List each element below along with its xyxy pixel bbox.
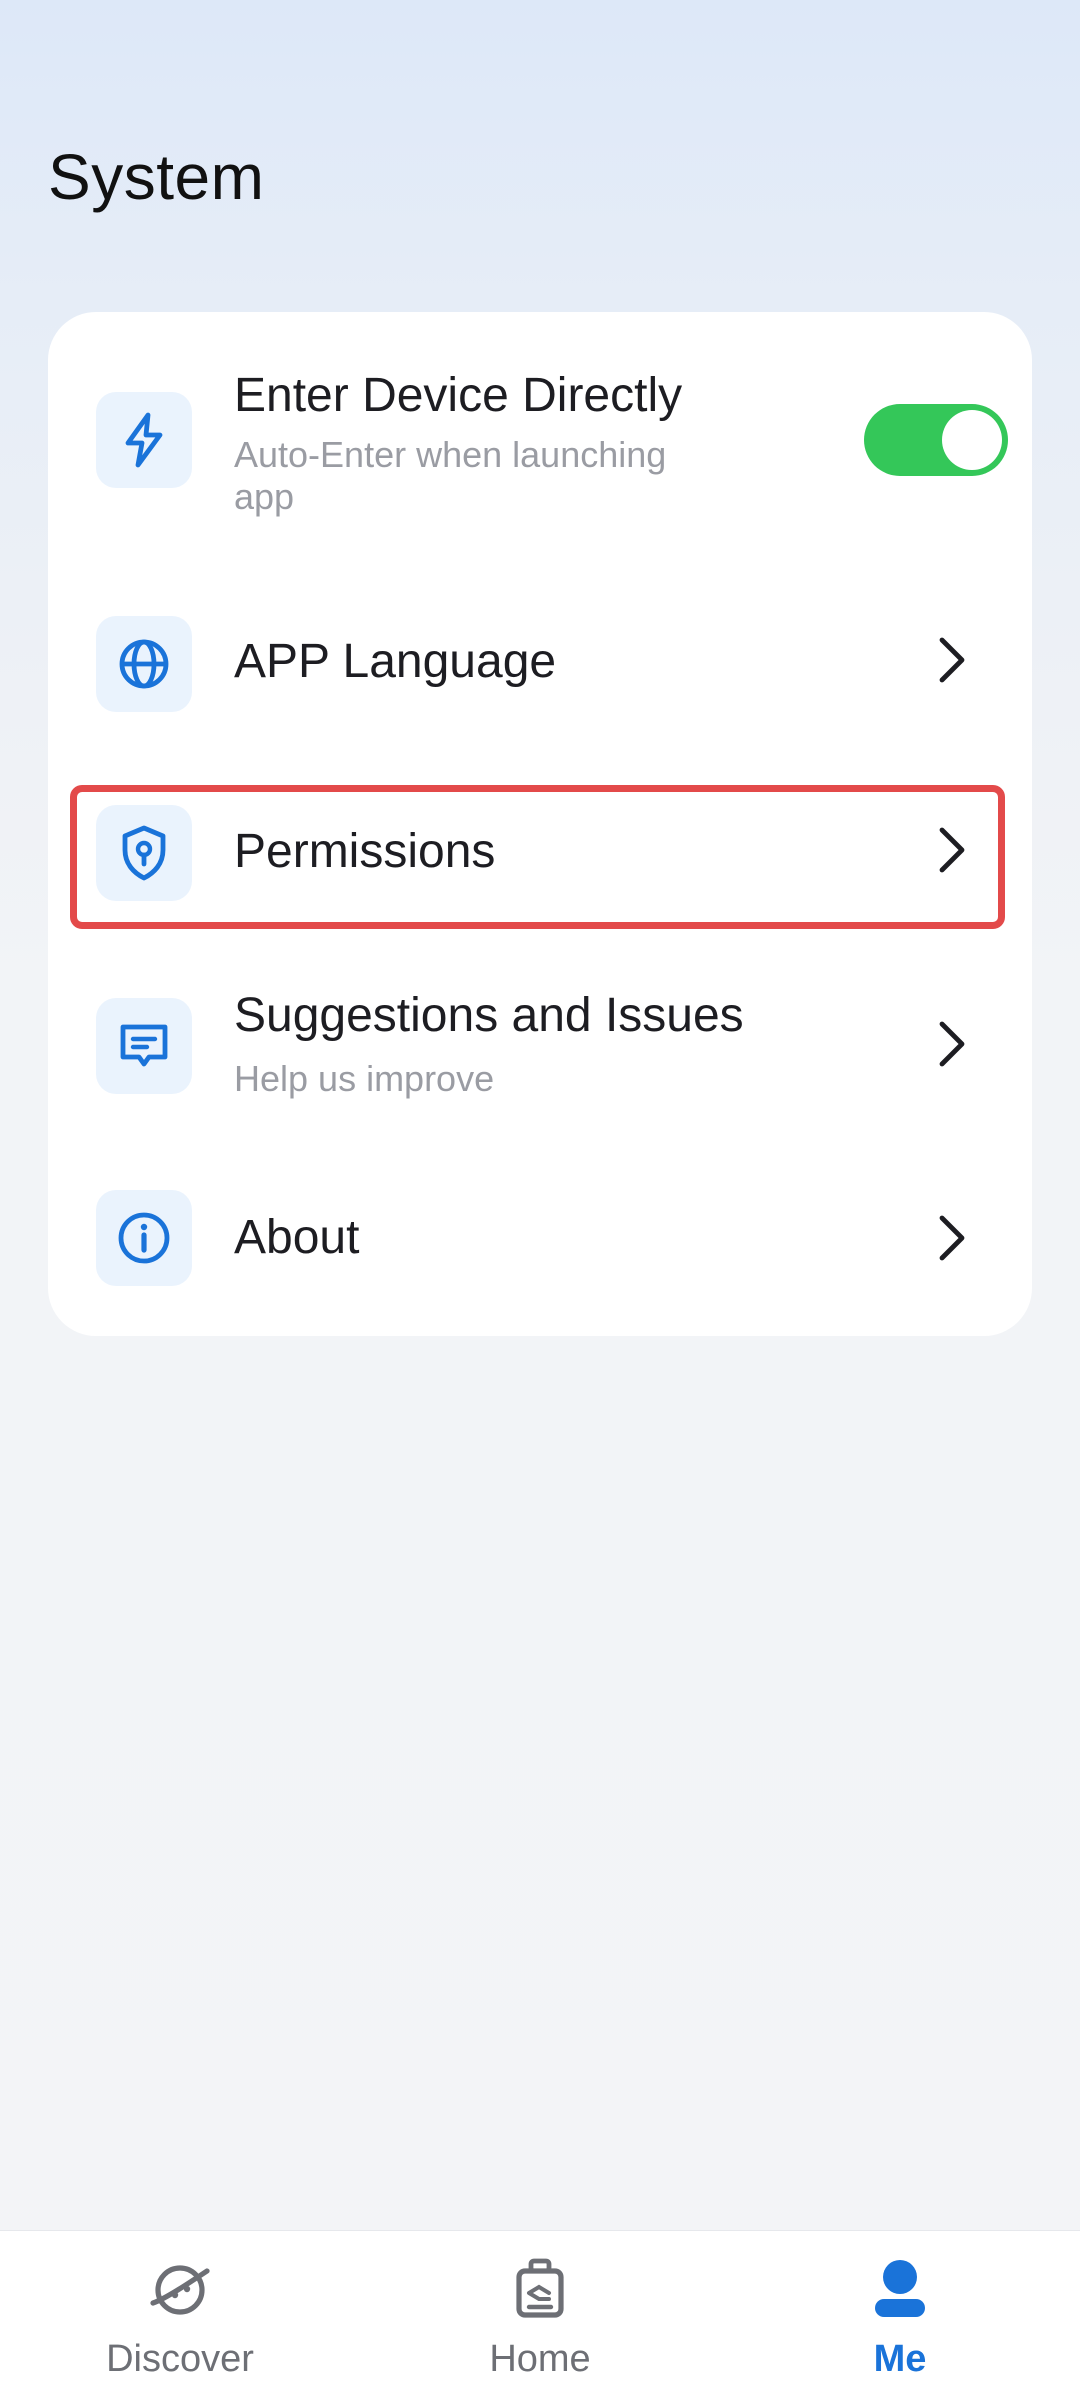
chevron-right-icon [932,1014,972,1074]
about-title: About [234,1211,360,1264]
tab-home[interactable]: Home [420,2255,660,2395]
tab-me-label: Me [873,2338,927,2380]
device-icon [505,2255,575,2330]
suggestions-subtitle: Help us improve [234,1058,495,1099]
enter-device-title: Enter Device Directly [234,369,683,422]
bottom-tab-bar: Discover Home Me [0,2230,1080,2400]
chevron-right-icon [932,1208,972,1268]
permissions-highlight-box [70,785,1005,929]
about-row[interactable]: About [48,1142,1032,1336]
globe-icon [96,616,192,712]
suggestions-title: Suggestions and Issues [234,989,744,1042]
message-icon [96,998,192,1094]
tab-home-label: Home [489,2338,591,2380]
enter-device-subtitle: Auto-Enter when launching app [234,434,667,517]
app-language-title: APP Language [234,635,557,688]
enter-device-toggle[interactable] [864,404,1008,476]
suggestions-row[interactable]: Suggestions and Issues Help us improve [48,942,1032,1142]
enter-device-row[interactable]: Enter Device Directly Auto-Enter when la… [48,312,1032,562]
tab-discover-label: Discover [106,2338,254,2380]
tab-discover[interactable]: Discover [60,2255,300,2395]
info-icon [96,1190,192,1286]
page-title: System [48,141,265,213]
person-icon [865,2255,935,2330]
planet-icon [145,2255,215,2330]
lightning-icon [96,392,192,488]
tab-me[interactable]: Me [780,2255,1020,2395]
app-language-row[interactable]: APP Language [48,562,1032,752]
toggle-knob [942,410,1002,470]
chevron-right-icon [932,630,972,690]
